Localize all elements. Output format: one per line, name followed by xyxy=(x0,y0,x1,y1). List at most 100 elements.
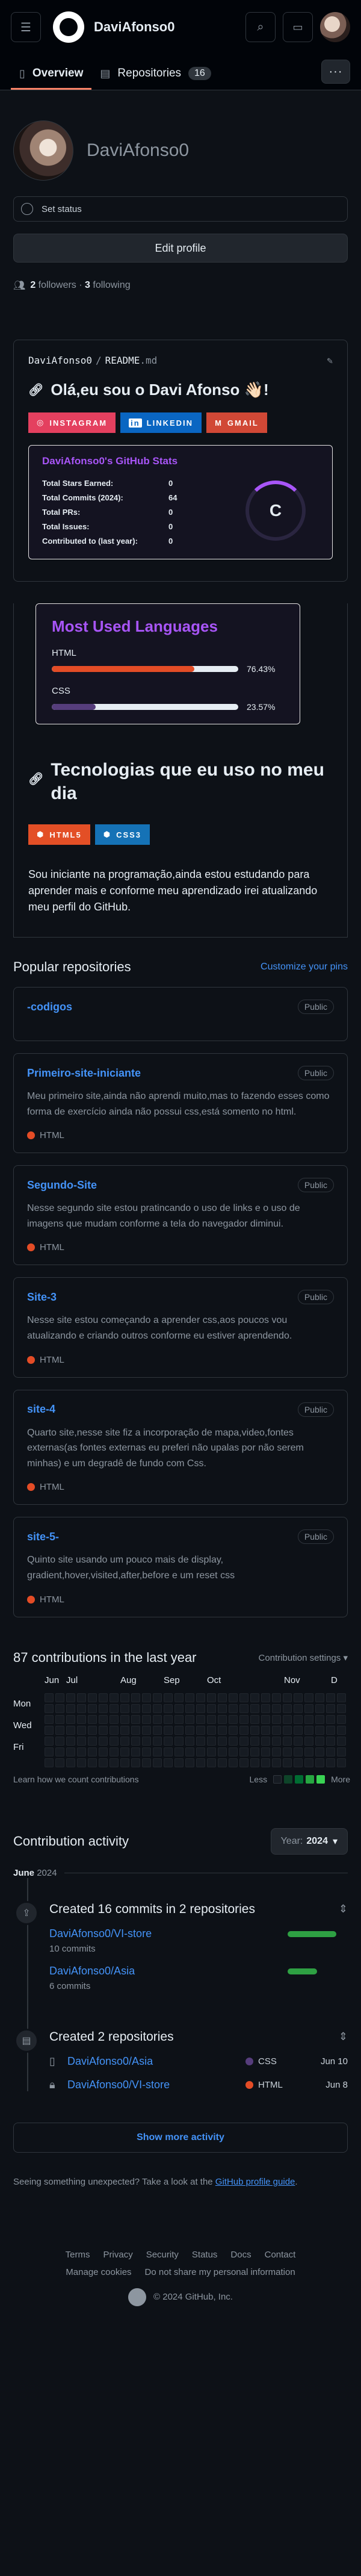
contribution-cell[interactable] xyxy=(207,1747,216,1756)
contribution-cell[interactable] xyxy=(88,1703,97,1713)
search-button[interactable]: ⌕ xyxy=(245,12,276,42)
contribution-cell[interactable] xyxy=(88,1714,97,1724)
contribution-cell[interactable] xyxy=(207,1703,216,1713)
contribution-cell[interactable] xyxy=(261,1693,270,1702)
contribution-cell[interactable] xyxy=(120,1725,129,1735)
contribution-cell[interactable] xyxy=(120,1747,129,1756)
contribution-cell[interactable] xyxy=(283,1747,292,1756)
commit-repo-link[interactable]: DaviAfonso0/VI-store xyxy=(49,1927,152,1940)
contribution-cell[interactable] xyxy=(315,1736,324,1746)
inbox-button[interactable]: ▭ xyxy=(283,12,313,42)
contribution-cell[interactable] xyxy=(45,1758,54,1767)
contribution-cell[interactable] xyxy=(337,1736,346,1746)
contribution-cell[interactable] xyxy=(272,1747,281,1756)
contribution-cell[interactable] xyxy=(294,1758,303,1767)
contribution-cell[interactable] xyxy=(131,1736,140,1746)
contribution-cell[interactable] xyxy=(142,1714,151,1724)
contribution-cell[interactable] xyxy=(45,1747,54,1756)
contribution-cell[interactable] xyxy=(218,1747,227,1756)
contribution-cell[interactable] xyxy=(185,1747,194,1756)
contribution-cell[interactable] xyxy=(207,1714,216,1724)
contribution-cell[interactable] xyxy=(174,1725,184,1735)
contribution-cell[interactable] xyxy=(229,1693,238,1702)
contribution-cell[interactable] xyxy=(153,1758,162,1767)
contribution-cell[interactable] xyxy=(77,1693,86,1702)
created-repo-link[interactable]: DaviAfonso0/Asia xyxy=(67,2055,153,2068)
contribution-cell[interactable] xyxy=(131,1714,140,1724)
contribution-cell[interactable] xyxy=(66,1725,75,1735)
contribution-cell[interactable] xyxy=(131,1725,140,1735)
contribution-cell[interactable] xyxy=(304,1703,313,1713)
footer-link-contact[interactable]: Contact xyxy=(265,2250,296,2260)
contribution-cell[interactable] xyxy=(326,1703,335,1713)
contribution-cell[interactable] xyxy=(218,1758,227,1767)
contribution-cell[interactable] xyxy=(250,1714,259,1724)
contribution-cell[interactable] xyxy=(110,1703,119,1713)
repo-link[interactable]: Primeiro-site-iniciante xyxy=(27,1067,141,1080)
contribution-cell[interactable] xyxy=(229,1703,238,1713)
contribution-cell[interactable] xyxy=(99,1747,108,1756)
contribution-cell[interactable] xyxy=(229,1714,238,1724)
contribution-cell[interactable] xyxy=(218,1725,227,1735)
contribution-cell[interactable] xyxy=(272,1736,281,1746)
github-logo-icon[interactable] xyxy=(53,11,84,43)
contribution-cell[interactable] xyxy=(120,1693,129,1702)
contribution-cell[interactable] xyxy=(250,1736,259,1746)
contribution-cell[interactable] xyxy=(337,1747,346,1756)
contribution-cell[interactable] xyxy=(337,1693,346,1702)
contribution-cell[interactable] xyxy=(45,1693,54,1702)
contribution-cell[interactable] xyxy=(218,1714,227,1724)
header-username[interactable]: DaviAfonso0 xyxy=(94,19,245,35)
contribution-cell[interactable] xyxy=(283,1714,292,1724)
contribution-cell[interactable] xyxy=(174,1736,184,1746)
contribution-cell[interactable] xyxy=(131,1703,140,1713)
contribution-cell[interactable] xyxy=(207,1693,216,1702)
contribution-cell[interactable] xyxy=(326,1725,335,1735)
contribution-cell[interactable] xyxy=(250,1693,259,1702)
show-more-activity-button[interactable]: Show more activity xyxy=(13,2122,348,2153)
contribution-cell[interactable] xyxy=(239,1725,248,1735)
contribution-cell[interactable] xyxy=(77,1725,86,1735)
commit-count[interactable]: 6 commits xyxy=(49,1981,135,1991)
contribution-cell[interactable] xyxy=(99,1758,108,1767)
contribution-cell[interactable] xyxy=(174,1714,184,1724)
link-icon[interactable]: 🔗︎ xyxy=(28,382,43,397)
more-tabs-button[interactable]: ··· xyxy=(321,60,350,84)
html5-badge[interactable]: ⬢ HTML5 xyxy=(28,824,90,845)
contribution-cell[interactable] xyxy=(164,1714,173,1724)
contribution-cell[interactable] xyxy=(315,1703,324,1713)
contribution-cell[interactable] xyxy=(304,1725,313,1735)
contribution-cell[interactable] xyxy=(99,1714,108,1724)
contribution-cell[interactable] xyxy=(55,1758,64,1767)
contribution-cell[interactable] xyxy=(196,1703,205,1713)
contribution-cell[interactable] xyxy=(99,1703,108,1713)
css3-badge[interactable]: ⬢ CSS3 xyxy=(94,824,150,845)
contribution-cell[interactable] xyxy=(66,1703,75,1713)
contribution-cell[interactable] xyxy=(239,1703,248,1713)
contribution-cell[interactable] xyxy=(164,1693,173,1702)
followers-label[interactable]: followers xyxy=(39,280,76,291)
contribution-cell[interactable] xyxy=(110,1758,119,1767)
contribution-cell[interactable] xyxy=(99,1725,108,1735)
contribution-cell[interactable] xyxy=(250,1747,259,1756)
contribution-cell[interactable] xyxy=(218,1703,227,1713)
contribution-cell[interactable] xyxy=(185,1703,194,1713)
contribution-cell[interactable] xyxy=(110,1747,119,1756)
year-select-button[interactable]: Year: 2024 ▾ xyxy=(270,1828,348,1855)
contribution-cell[interactable] xyxy=(185,1714,194,1724)
contribution-cell[interactable] xyxy=(337,1725,346,1735)
contribution-cell[interactable] xyxy=(315,1693,324,1702)
readme-owner[interactable]: DaviAfonso0 xyxy=(28,355,92,366)
contribution-cell[interactable] xyxy=(196,1693,205,1702)
contribution-cell[interactable] xyxy=(218,1693,227,1702)
contribution-cell[interactable] xyxy=(304,1758,313,1767)
contribution-cell[interactable] xyxy=(142,1725,151,1735)
instagram-badge[interactable]: ◎ INSTAGRAM xyxy=(28,412,116,433)
contribution-cell[interactable] xyxy=(326,1736,335,1746)
contribution-cell[interactable] xyxy=(315,1725,324,1735)
contribution-cell[interactable] xyxy=(77,1714,86,1724)
contribution-cell[interactable] xyxy=(55,1693,64,1702)
contribution-cell[interactable] xyxy=(77,1736,86,1746)
contribution-cell[interactable] xyxy=(55,1725,64,1735)
footer-link-docs[interactable]: Docs xyxy=(230,2250,251,2260)
